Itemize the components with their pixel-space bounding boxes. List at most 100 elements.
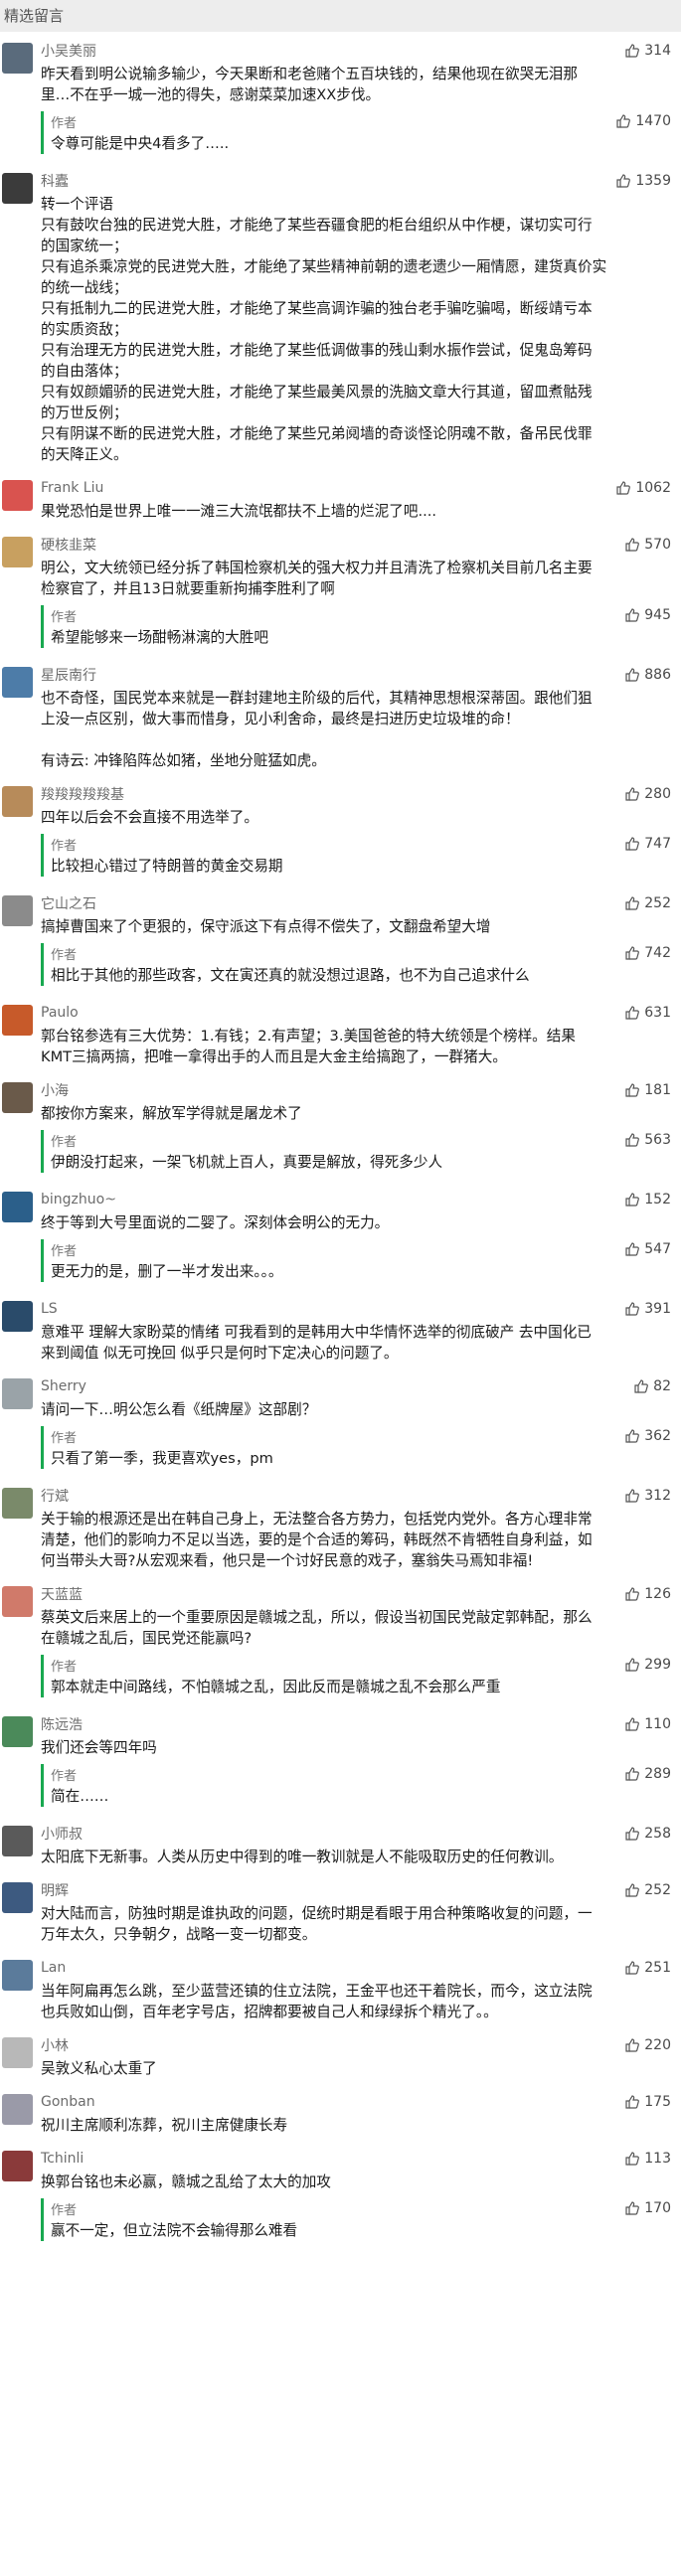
avatar[interactable] bbox=[2, 173, 33, 204]
commenter-name: 小师叔 bbox=[41, 1827, 83, 1843]
author-tag: 作者 bbox=[51, 838, 78, 854]
avatar[interactable] bbox=[2, 1005, 33, 1036]
avatar[interactable] bbox=[2, 1882, 33, 1913]
avatar[interactable] bbox=[2, 1378, 33, 1409]
avatar[interactable] bbox=[2, 2094, 33, 2125]
comment-text: 当年阿扁再怎么跳，至少蓝营还镇的住立法院，王金平也还干着院长，而今，这立法院 也兵… bbox=[41, 1981, 657, 2022]
like-count: 945 bbox=[644, 607, 671, 623]
reply-text: 简在…… bbox=[51, 1786, 657, 1807]
like-button[interactable]: 110 bbox=[624, 1716, 671, 1732]
like-button[interactable]: 570 bbox=[624, 537, 671, 553]
like-button[interactable]: 82 bbox=[633, 1378, 671, 1394]
text-line: 昨天看到明公说输多输少，今天果断和老爸赌个五百块钱的，结果他现在欲哭无泪那 bbox=[41, 66, 578, 82]
thumbs-up-icon bbox=[624, 2151, 644, 2167]
reply-text: 只看了第一季，我更喜欢yes，pm bbox=[51, 1448, 657, 1469]
avatar[interactable] bbox=[2, 1301, 33, 1332]
text-line: 的统一战线； bbox=[41, 279, 128, 296]
comment-meta: 它山之石 252 bbox=[41, 892, 671, 914]
avatar[interactable] bbox=[2, 1488, 33, 1519]
like-count: 251 bbox=[644, 1960, 671, 1976]
avatar[interactable] bbox=[2, 43, 33, 74]
comment-text: 明公，文大统领已经分拆了韩国检察机关的强大权力并且清洗了检察机关目前几名主要 检察… bbox=[41, 558, 657, 599]
like-count: 1359 bbox=[635, 173, 671, 189]
avatar[interactable] bbox=[2, 2037, 33, 2068]
text-line: 郭台铭参选有三大优势：1.有钱；2.有声望；3.美国爸爸的特大统领是个榜样。结果 bbox=[41, 1028, 576, 1045]
text-line: 的国家统一； bbox=[41, 238, 128, 254]
comment-item: 小师叔 258 太阳底下无新事。人类从历史中得到的唯一教训就是人不能吸取历史的任何… bbox=[0, 1815, 681, 1871]
comment-item: LS 391 意难平 理解大家盼菜的情绪 可我看到的是韩用大中华情怀选举的彻底破产… bbox=[0, 1290, 681, 1368]
like-button[interactable]: 1062 bbox=[615, 480, 671, 496]
comment-item: 行斌 312 关于输的根源还是出在韩自己身上，无法整合各方势力，包括党内党外。各方… bbox=[0, 1477, 681, 1575]
thumbs-up-icon bbox=[624, 1716, 644, 1732]
text-line: 只有奴颜媚骄的民进党大胜，才能绝了某些最美风景的洗脑文章大行其道，留皿煮骷残 bbox=[41, 384, 593, 401]
like-count: 258 bbox=[644, 1826, 671, 1842]
like-button[interactable]: 280 bbox=[624, 786, 671, 802]
like-button[interactable]: 312 bbox=[624, 1488, 671, 1504]
like-button[interactable]: 126 bbox=[624, 1586, 671, 1602]
thumbs-up-icon bbox=[624, 836, 644, 852]
like-button[interactable]: 289 bbox=[624, 1766, 671, 1782]
text-line: 搞掉曹国来了个更狠的，保守派这下有点得不偿失了，文翻盘希望大增 bbox=[41, 918, 491, 935]
comment-item: 它山之石 252 搞掉曹国来了个更狠的，保守派这下有点得不偿失了，文翻盘希望大增作… bbox=[0, 885, 681, 994]
text-line: 有诗云: 冲锋陷阵怂如猪，坐地分赃猛如虎。 bbox=[41, 752, 326, 769]
comment-text: 郭台铭参选有三大优势：1.有钱；2.有声望；3.美国爸爸的特大统领是个榜样。结果… bbox=[41, 1026, 657, 1067]
like-button[interactable]: 1359 bbox=[615, 173, 671, 189]
like-button[interactable]: 113 bbox=[624, 2151, 671, 2167]
text-line: 对大陆而言，防独时期是谁执政的问题，促统时期是看眼于用合种策略收复的问题，一 bbox=[41, 1905, 593, 1922]
comment-meta: Paulo 631 bbox=[41, 1002, 671, 1024]
avatar[interactable] bbox=[2, 1716, 33, 1747]
comment-item: 小吴美丽 314 昨天看到明公说输多输少，今天果断和老爸赌个五百块钱的，结果他现在… bbox=[0, 32, 681, 162]
like-button[interactable]: 631 bbox=[624, 1005, 671, 1021]
like-button[interactable]: 742 bbox=[624, 945, 671, 961]
thumbs-up-icon bbox=[624, 667, 644, 683]
reply-meta: 作者 747 bbox=[51, 834, 671, 854]
text-line: 只有追杀乘凉党的民进党大胜，才能绝了某些精神前朝的遗老遗少一厢情愿，建货真价实 bbox=[41, 258, 607, 275]
avatar[interactable] bbox=[2, 1192, 33, 1222]
like-count: 113 bbox=[644, 2151, 671, 2167]
avatar[interactable] bbox=[2, 1960, 33, 1991]
like-button[interactable]: 299 bbox=[624, 1657, 671, 1673]
comment-item: 星辰南行 886 也不奇怪，国民党本来就是一群封建地主阶级的后代，其精神思想根深蒂… bbox=[0, 656, 681, 775]
avatar[interactable] bbox=[2, 895, 33, 926]
like-button[interactable]: 251 bbox=[624, 1960, 671, 1976]
like-button[interactable]: 252 bbox=[624, 1882, 671, 1898]
avatar[interactable] bbox=[2, 1826, 33, 1856]
like-button[interactable]: 563 bbox=[624, 1132, 671, 1148]
text-line: 蔡英文后来居上的一个重要原因是赣城之乱，所以，假设当初国民党敲定郭韩配，那么 bbox=[41, 1609, 593, 1626]
like-button[interactable]: 391 bbox=[624, 1301, 671, 1317]
avatar[interactable] bbox=[2, 1082, 33, 1113]
like-button[interactable]: 220 bbox=[624, 2037, 671, 2053]
like-button[interactable]: 747 bbox=[624, 836, 671, 852]
like-button[interactable]: 252 bbox=[624, 895, 671, 911]
comment-body: bingzhuo~ 152 终于等到大号里面说的二婴了。深刻体会明公的无力。 作者 … bbox=[41, 1189, 671, 1286]
like-count: 547 bbox=[644, 1241, 671, 1257]
like-button[interactable]: 547 bbox=[624, 1241, 671, 1257]
comment-text: 请问一下…明公怎么看《纸牌屋》这部剧？ bbox=[41, 1399, 657, 1420]
avatar[interactable] bbox=[2, 667, 33, 698]
like-button[interactable]: 258 bbox=[624, 1826, 671, 1842]
like-button[interactable]: 945 bbox=[624, 607, 671, 623]
text-line: 相比于其他的那些政客，文在寅还真的就没想过退路，也不为自己追求什么 bbox=[51, 967, 530, 984]
like-button[interactable]: 314 bbox=[624, 43, 671, 59]
like-button[interactable]: 1470 bbox=[615, 113, 671, 129]
avatar[interactable] bbox=[2, 2151, 33, 2181]
like-button[interactable]: 152 bbox=[624, 1192, 671, 1208]
avatar[interactable] bbox=[2, 480, 33, 511]
avatar[interactable] bbox=[2, 786, 33, 817]
comment-text: 转一个评语 只有鼓吹台独的民进党大胜，才能绝了某些吞疆食肥的柜台组织从中作梗，谋切… bbox=[41, 194, 657, 465]
reply-text: 伊朗没打起来，一架飞机就上百人，真要是解放，得死多少人 bbox=[51, 1152, 657, 1173]
author-reply: 作者 289 简在…… bbox=[41, 1764, 671, 1807]
avatar[interactable] bbox=[2, 537, 33, 567]
like-button[interactable]: 181 bbox=[624, 1082, 671, 1098]
thumbs-up-icon bbox=[624, 537, 644, 553]
like-count: 886 bbox=[644, 667, 671, 683]
like-button[interactable]: 886 bbox=[624, 667, 671, 683]
text-line: 也不奇怪，国民党本来就是一群封建地主阶级的后代，其精神思想根深蒂固。跟他们狙 bbox=[41, 690, 593, 707]
like-button[interactable]: 362 bbox=[624, 1428, 671, 1444]
like-button[interactable]: 175 bbox=[624, 2094, 671, 2110]
reply-text: 希望能够来一场酣畅淋漓的大胜吧 bbox=[51, 627, 657, 648]
commenter-name: 小海 bbox=[41, 1083, 69, 1099]
like-button[interactable]: 170 bbox=[624, 2200, 671, 2216]
avatar[interactable] bbox=[2, 1586, 33, 1617]
text-line: 四年以后会不会直接不用选举了。 bbox=[41, 809, 258, 826]
